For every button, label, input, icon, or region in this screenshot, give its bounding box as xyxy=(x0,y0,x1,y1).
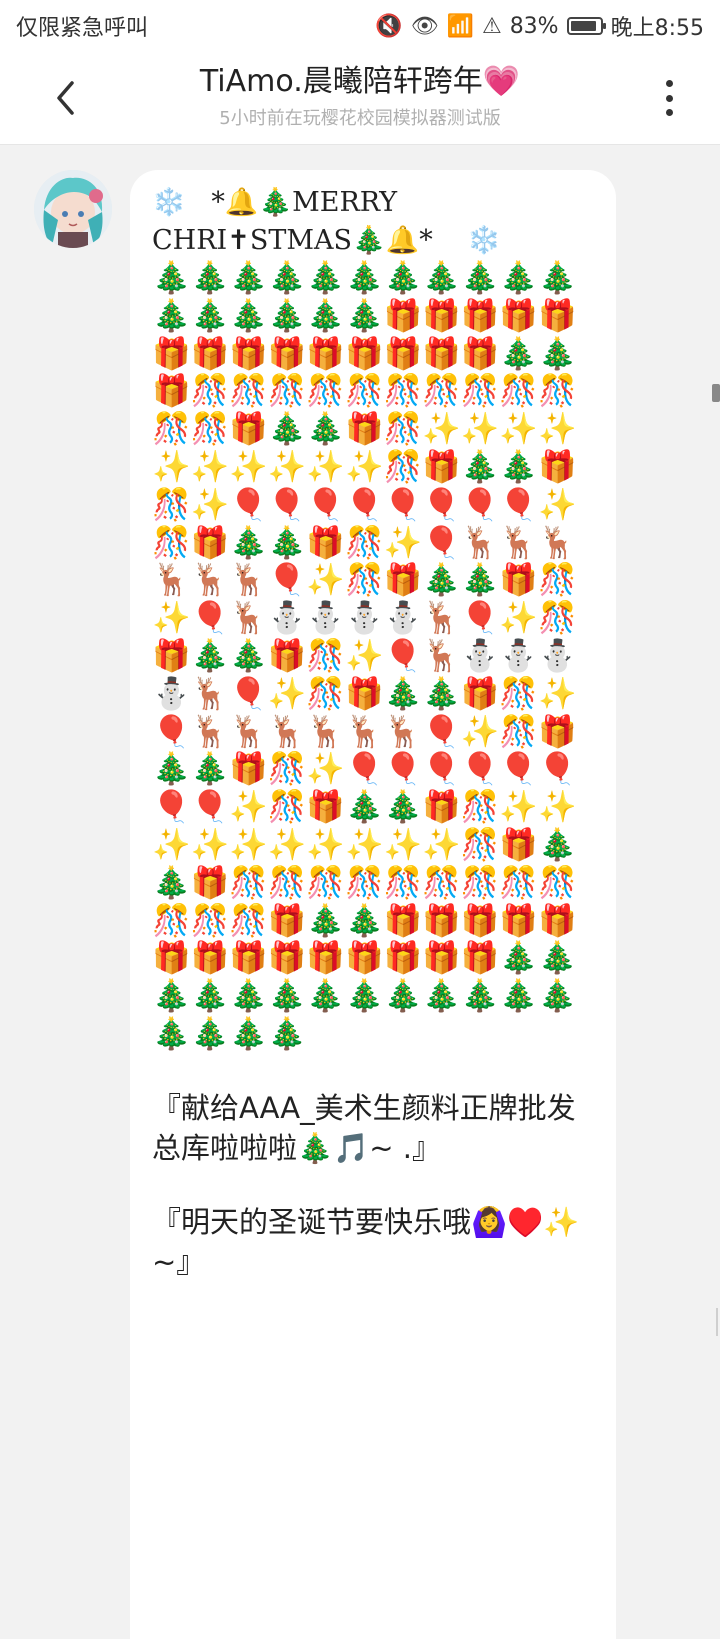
status-carrier-text: 仅限紧急呼叫 xyxy=(16,16,149,41)
emoji-art: 🎄🎄🎄🎄🎄🎄🎄🎄🎄🎄🎄🎄🎄🎄🎄🎄🎄🎁🎁🎁🎁🎁🎁🎁🎁🎁🎁🎁🎁🎁🎁🎄🎄🎁🎊🎊🎊🎊🎊🎊… xyxy=(152,260,577,1052)
avatar[interactable] xyxy=(34,170,112,248)
more-dot-icon xyxy=(665,94,673,102)
battery-icon xyxy=(566,17,606,35)
header-title-group: TiAmo.晨曦陪轩跨年💗 5小时前在玩樱花校园模拟器测试版 xyxy=(110,62,610,130)
post-line-1: ❄️ *🔔🎄MERRY xyxy=(152,187,398,218)
scrollbar-thumb[interactable] xyxy=(712,384,720,402)
avatar-image xyxy=(34,170,112,248)
more-dot-icon xyxy=(665,80,673,87)
clock: 晚上8:55 xyxy=(610,16,704,41)
message-bubble[interactable]: ❄️ *🔔🎄MERRY CHRI✝︎STMAS🎄🔔* ❄️ 🎄🎄🎄🎄🎄🎄🎄🎄🎄🎄… xyxy=(130,170,616,1639)
scrollbar-track xyxy=(716,1308,718,1336)
eye-icon: 👁 xyxy=(410,13,439,39)
more-dot-icon xyxy=(665,109,673,116)
alert-icon: ⚠ xyxy=(481,13,502,39)
wifi-icon: 📶 xyxy=(446,13,474,39)
back-button[interactable] xyxy=(46,74,86,122)
more-options-button[interactable] xyxy=(654,78,684,118)
status-right-group: 🔇 👁 📶 ⚠ 83% 晚上8:55 xyxy=(375,10,704,42)
chat-header: TiAmo.晨曦陪轩跨年💗 5小时前在玩樱花校园模拟器测试版 xyxy=(0,52,720,145)
post-line-2: CHRI✝︎STMAS🎄🔔* ❄️ xyxy=(152,225,501,256)
mute-icon: 🔇 xyxy=(375,13,403,39)
status-bar: 仅限紧急呼叫 🔇 👁 📶 ⚠ 83% 晚上8:55 xyxy=(0,0,720,52)
chevron-left-icon xyxy=(57,81,74,115)
message-text-1: 『献给AAA_美术生颜料正牌批发总库啦啦啦🎄🎵~ .』 xyxy=(152,1090,576,1165)
message-text-2: 『明天的圣诞节要快乐哦🙆‍♀️♥️✨~』 xyxy=(152,1204,580,1279)
chat-subtitle: 5小时前在玩樱花校园模拟器测试版 xyxy=(219,108,501,129)
chat-title: TiAmo.晨曦陪轩跨年💗 xyxy=(199,64,521,99)
battery-percent: 83% xyxy=(509,13,559,39)
